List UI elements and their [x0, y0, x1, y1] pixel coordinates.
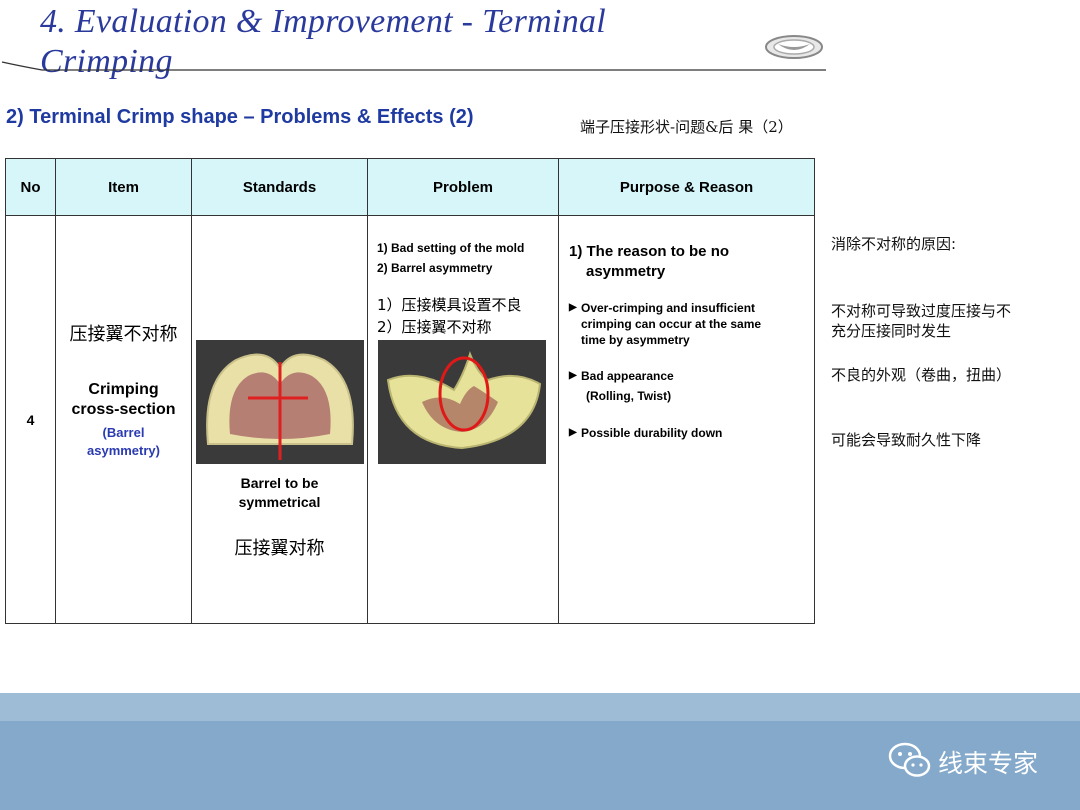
footer-brand-text: 线束专家 — [938, 749, 1039, 778]
item-en-line2: cross-section — [71, 401, 176, 418]
cell-no: 4 — [5, 215, 56, 624]
side-note-1: 消除不对称的原因: — [831, 235, 957, 253]
purpose-bullet-2: ▶ Bad appearance (Rolling, Twist) — [569, 368, 804, 404]
bullet1-line3: time by asymmetry — [581, 333, 690, 347]
section-subtitle-cn: 端子压接形状-问题&后 果（2） — [580, 118, 793, 136]
bullet-arrow-icon: ▶ — [569, 370, 577, 381]
item-note-line2: asymmetry) — [87, 443, 160, 458]
item-cn-label: 压接翼不对称 — [69, 324, 178, 345]
problem-cn-list: 1）压接模具设置不良 2）压接翼不对称 — [377, 294, 522, 338]
item-note-line1: (Barrel — [102, 425, 145, 440]
col-header-no: No — [5, 158, 56, 216]
bullet3-line1: Possible durability down — [581, 426, 723, 440]
bullet2-line2: (Rolling, Twist) — [586, 389, 672, 403]
item-en-line1: Crimping — [88, 381, 159, 398]
problem-en-list: 1) Bad setting of the mold 2) Barrel asy… — [377, 238, 524, 278]
table-row: 4 压接翼不对称 Crimping cross-section (Barrel … — [5, 215, 815, 624]
cell-purpose: 1) The reason to be no asymmetry ▶ Over-… — [558, 215, 815, 624]
cell-standards: Barrel to be symmetrical 压接翼对称 — [191, 215, 368, 624]
purpose-heading: 1) The reason to be no asymmetry — [569, 242, 804, 282]
col-header-problem: Problem — [367, 158, 559, 216]
asymmetric-crimp-photo — [378, 340, 546, 464]
car-brand-logo-icon — [765, 35, 823, 59]
title-underline — [1, 61, 826, 71]
bullet1-line2: crimping can occur at the same — [581, 317, 762, 331]
side-note-2-line1: 不对称可导致过度压接与不 — [831, 302, 1012, 320]
col-header-standards: Standards — [191, 158, 368, 216]
item-en-label: Crimping cross-section — [56, 380, 191, 420]
purpose-heading-line1: 1) The reason to be no — [569, 243, 730, 260]
symmetric-crimp-photo — [196, 340, 364, 464]
col-header-purpose: Purpose & Reason — [558, 158, 815, 216]
bullet2-line1: Bad appearance — [581, 369, 674, 383]
footer-band-top — [0, 693, 1080, 721]
purpose-reason-block: 1) The reason to be no asymmetry ▶ Over-… — [569, 242, 804, 441]
side-note-2: 不对称可导致过度压接与不 充分压接同时发生 — [831, 301, 1011, 341]
wechat-icon — [888, 742, 931, 777]
purpose-bullet-1: ▶ Over-crimping and insufficient crimpin… — [569, 300, 804, 348]
side-note-2-line2: 充分压接同时发生 — [831, 322, 952, 340]
standards-en-line1: Barrel to be — [240, 475, 319, 491]
problem-cn-item1: 1）压接模具设置不良 — [377, 296, 522, 314]
side-note-3: 不良的外观（卷曲，扭曲） — [831, 366, 1012, 384]
table-header-row: No Item Standards Problem Purpose & Reas… — [5, 158, 815, 216]
cell-item: 压接翼不对称 Crimping cross-section (Barrel as… — [55, 215, 192, 624]
bullet-arrow-icon: ▶ — [569, 302, 577, 313]
crimp-problem-table: No Item Standards Problem Purpose & Reas… — [5, 158, 815, 624]
standards-en-text: Barrel to be symmetrical — [192, 474, 367, 512]
problem-cn-item2: 2）压接翼不对称 — [377, 318, 492, 336]
bullet1-line1: Over-crimping and insufficient — [581, 301, 756, 315]
standards-en-line2: symmetrical — [238, 494, 321, 510]
col-header-item: Item — [55, 158, 192, 216]
problem-en-item2: 2) Barrel asymmetry — [377, 261, 493, 275]
purpose-heading-line2: asymmetry — [586, 263, 666, 280]
bullet-arrow-icon: ▶ — [569, 427, 577, 438]
item-en-note: (Barrel asymmetry) — [56, 424, 191, 460]
section-subtitle: 2) Terminal Crimp shape – Problems & Eff… — [6, 106, 474, 128]
cell-problem: 1) Bad setting of the mold 2) Barrel asy… — [367, 215, 559, 624]
problem-en-item1: 1) Bad setting of the mold — [377, 241, 525, 255]
side-note-4: 可能会导致耐久性下降 — [831, 431, 982, 449]
purpose-bullet-3: ▶ Possible durability down — [569, 425, 804, 441]
standards-cn-text: 压接翼对称 — [234, 538, 325, 559]
